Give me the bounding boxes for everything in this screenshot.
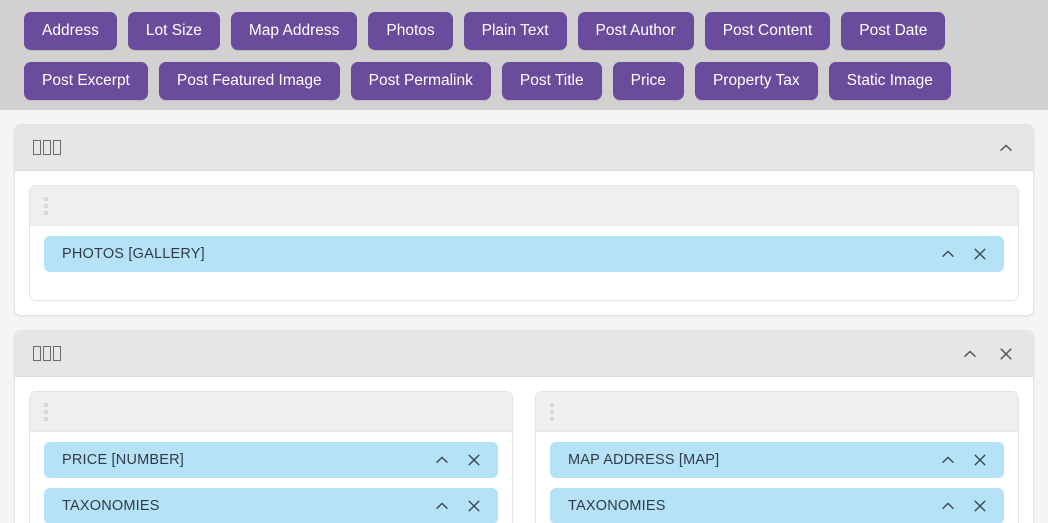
drag-handle-icon[interactable] bbox=[550, 402, 560, 421]
field-type-button-map-address[interactable]: Map Address bbox=[230, 12, 358, 50]
field-type-button-post-content[interactable]: Post Content bbox=[704, 12, 831, 50]
layout-panel-2-header[interactable] bbox=[15, 331, 1033, 377]
close-icon[interactable] bbox=[966, 492, 994, 520]
field-type-toolbar: Address Lot Size Map Address Photos Plai… bbox=[0, 0, 1048, 110]
tofu-glyph-icon bbox=[33, 346, 61, 361]
layout-panel-1-header[interactable] bbox=[15, 125, 1033, 171]
chevron-up-icon[interactable] bbox=[428, 492, 456, 520]
field-type-button-address[interactable]: Address bbox=[24, 12, 117, 50]
layout-panel-1-column-1: PHOTOS [GALLERY] bbox=[29, 185, 1019, 301]
field-type-button-post-excerpt[interactable]: Post Excerpt bbox=[24, 62, 148, 100]
field-type-button-property-tax[interactable]: Property Tax bbox=[694, 62, 818, 100]
field-row-taxonomies[interactable]: TAXONOMIES bbox=[550, 488, 1004, 523]
field-type-button-plain-text[interactable]: Plain Text bbox=[463, 12, 567, 50]
field-type-button-post-featured-image[interactable]: Post Featured Image bbox=[158, 62, 340, 100]
field-type-button-price[interactable]: Price bbox=[612, 62, 684, 100]
field-row-label: TAXONOMIES bbox=[568, 498, 666, 514]
field-row-price-number[interactable]: PRICE [NUMBER] bbox=[44, 442, 498, 478]
field-type-button-post-date[interactable]: Post Date bbox=[841, 12, 946, 50]
layout-panel-2: PRICE [NUMBER] TAXONOMIES MAP ADDRESS [M… bbox=[14, 330, 1034, 523]
layout-panel-1: PHOTOS [GALLERY] bbox=[14, 124, 1034, 316]
layout-panel-2-column-2: MAP ADDRESS [MAP] TAXONOMIES bbox=[535, 391, 1019, 523]
field-row-label: PRICE [NUMBER] bbox=[62, 452, 185, 468]
field-type-toolbar-row-1: Address Lot Size Map Address Photos Plai… bbox=[0, 12, 1048, 50]
layout-panel-2-column-1: PRICE [NUMBER] TAXONOMIES bbox=[29, 391, 513, 523]
field-type-button-post-title[interactable]: Post Title bbox=[501, 62, 602, 100]
drag-handle-icon[interactable] bbox=[44, 196, 54, 215]
close-icon[interactable] bbox=[966, 446, 994, 474]
chevron-up-icon[interactable] bbox=[934, 240, 962, 268]
chevron-up-icon[interactable] bbox=[428, 446, 456, 474]
field-type-button-lot-size[interactable]: Lot Size bbox=[127, 12, 220, 50]
field-row-map-address-map[interactable]: MAP ADDRESS [MAP] bbox=[550, 442, 1004, 478]
field-type-button-static-image[interactable]: Static Image bbox=[828, 62, 951, 100]
layout-panel-2-column-2-fields: MAP ADDRESS [MAP] TAXONOMIES bbox=[536, 432, 1018, 523]
column-drag-header[interactable] bbox=[30, 392, 512, 432]
field-row-label: MAP ADDRESS [MAP] bbox=[568, 452, 720, 468]
close-icon[interactable] bbox=[460, 492, 488, 520]
field-type-button-post-permalink[interactable]: Post Permalink bbox=[350, 62, 491, 100]
layout-panel-2-column-1-fields: PRICE [NUMBER] TAXONOMIES bbox=[30, 432, 512, 523]
close-icon[interactable] bbox=[966, 240, 994, 268]
chevron-up-icon[interactable] bbox=[934, 492, 962, 520]
close-icon[interactable] bbox=[460, 446, 488, 474]
chevron-up-icon[interactable] bbox=[955, 339, 985, 369]
field-row-label: TAXONOMIES bbox=[62, 498, 160, 514]
layout-panel-1-column-1-fields: PHOTOS [GALLERY] bbox=[30, 226, 1018, 300]
field-type-button-post-author[interactable]: Post Author bbox=[577, 12, 694, 50]
drag-handle-icon[interactable] bbox=[44, 402, 54, 421]
layout-panel-2-body: PRICE [NUMBER] TAXONOMIES MAP ADDRESS [M… bbox=[15, 377, 1033, 523]
close-icon[interactable] bbox=[991, 339, 1021, 369]
field-row-taxonomies[interactable]: TAXONOMIES bbox=[44, 488, 498, 523]
layout-canvas: PHOTOS [GALLERY] PRICE [NUMBER] TAXONOMI… bbox=[0, 124, 1048, 523]
field-type-toolbar-row-2: Post Excerpt Post Featured Image Post Pe… bbox=[0, 62, 1048, 100]
chevron-up-icon[interactable] bbox=[991, 133, 1021, 163]
column-drag-header[interactable] bbox=[536, 392, 1018, 432]
field-row-label: PHOTOS [GALLERY] bbox=[62, 246, 205, 262]
tofu-glyph-icon bbox=[33, 140, 61, 155]
layout-panel-1-body: PHOTOS [GALLERY] bbox=[15, 171, 1033, 315]
field-type-button-photos[interactable]: Photos bbox=[368, 12, 453, 50]
chevron-up-icon[interactable] bbox=[934, 446, 962, 474]
column-drag-header[interactable] bbox=[30, 186, 1018, 226]
field-row-photos-gallery[interactable]: PHOTOS [GALLERY] bbox=[44, 236, 1004, 272]
